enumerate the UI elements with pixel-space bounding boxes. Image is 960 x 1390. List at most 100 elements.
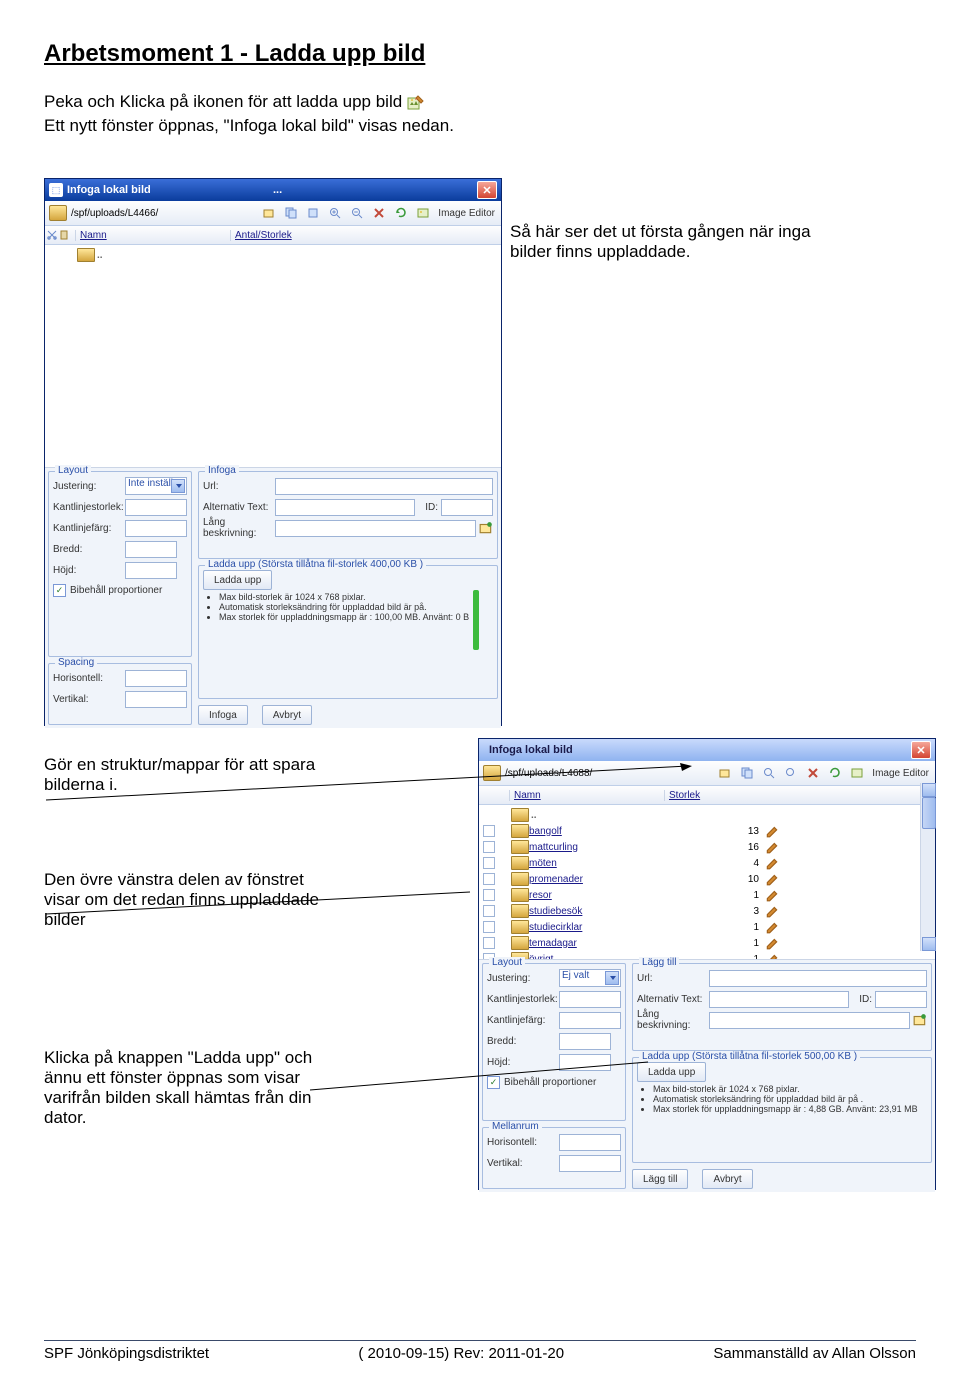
icon-imgedit[interactable]: [848, 764, 866, 782]
upload-bullets: Max bild-storlek är 1024 x 768 pixlar. A…: [637, 1084, 927, 1114]
kantstorlek-input[interactable]: [559, 991, 621, 1008]
aside-first-time: Så här ser det ut första gången när inga…: [510, 222, 850, 262]
icon-paste[interactable]: [59, 230, 69, 240]
panel-layout: Layout Justering:Ej valt Kantlinjestorle…: [482, 963, 626, 1121]
long-input[interactable]: [709, 1012, 910, 1029]
list-item[interactable]: möten4: [481, 855, 933, 871]
icon-paste[interactable]: [493, 790, 503, 800]
col-size[interactable]: Storlek: [664, 790, 759, 801]
kantstorlek-input[interactable]: [125, 499, 187, 516]
avbryt-button[interactable]: Avbryt: [702, 1169, 752, 1189]
id-input[interactable]: [875, 991, 927, 1008]
vert-input[interactable]: [125, 691, 187, 708]
alt-input[interactable]: [275, 499, 415, 516]
icon-refresh[interactable]: [826, 764, 844, 782]
list-item[interactable]: bangolf13: [481, 823, 933, 839]
icon-delete[interactable]: [370, 204, 388, 222]
id-input[interactable]: [441, 499, 493, 516]
icon-copy[interactable]: [738, 764, 756, 782]
bredd-input[interactable]: [125, 541, 177, 558]
hojd-input[interactable]: [125, 562, 177, 579]
icon-imgedit[interactable]: [414, 204, 432, 222]
intro-line2: Ett nytt fönster öppnas, "Infoga lokal b…: [44, 116, 454, 135]
long-input[interactable]: [275, 520, 476, 537]
titlebar[interactable]: Infoga lokal bild ✕: [479, 739, 935, 761]
col-name[interactable]: Namn: [509, 790, 664, 801]
list-item-up[interactable]: ..: [47, 247, 499, 263]
edit-icon[interactable]: [765, 952, 779, 960]
browse-icon[interactable]: [913, 1013, 927, 1027]
kantfarg-input[interactable]: [125, 520, 187, 537]
edit-icon[interactable]: [765, 824, 779, 838]
file-list: ..: [45, 245, 501, 468]
kantfarg-input[interactable]: [559, 1012, 621, 1029]
folder-icon: [511, 888, 529, 902]
scrollbar[interactable]: [920, 783, 935, 951]
titlebar[interactable]: ⬚ Infoga lokal bild ... ✕: [45, 179, 501, 201]
horis-input[interactable]: [125, 670, 187, 687]
list-item[interactable]: övrigt1: [481, 951, 933, 960]
panel-spacing: Mellanrum Horisontell: Vertikal:: [482, 1127, 626, 1189]
avbryt-button[interactable]: Avbryt: [262, 705, 312, 725]
browse-icon[interactable]: [479, 521, 493, 535]
icon-copy[interactable]: [282, 204, 300, 222]
justering-select[interactable]: Ej valt: [559, 969, 621, 987]
edit-icon[interactable]: [765, 904, 779, 918]
icon-zoom-in[interactable]: [326, 204, 344, 222]
icon-zoom-out[interactable]: [782, 764, 800, 782]
folder-icon: [49, 205, 67, 221]
panel-spacing: Spacing Horisontell: Vertikal:: [48, 663, 192, 725]
list-item[interactable]: temadagar1: [481, 935, 933, 951]
folder-icon: [511, 872, 529, 886]
bibehall-checkbox[interactable]: ✓Bibehåll proportioner: [53, 581, 187, 599]
bibehall-checkbox[interactable]: ✓Bibehåll proportioner: [487, 1073, 621, 1091]
list-item[interactable]: resor1: [481, 887, 933, 903]
infoga-button[interactable]: Infoga: [198, 705, 248, 725]
icon-zoom-in[interactable]: [760, 764, 778, 782]
url-input[interactable]: [275, 478, 493, 495]
window-title: Infoga lokal bild: [483, 744, 911, 756]
note-upper-left: Den övre vänstra delen av fönstret visar…: [44, 870, 344, 930]
window-icon: ⬚: [49, 183, 63, 197]
edit-icon[interactable]: [765, 840, 779, 854]
icon-refresh[interactable]: [392, 204, 410, 222]
icon-newfolder[interactable]: [260, 204, 278, 222]
justering-select[interactable]: Inte inställt: [125, 477, 187, 495]
note-structure: Gör en struktur/mappar för att spara bil…: [44, 755, 324, 795]
bredd-input[interactable]: [559, 1033, 611, 1050]
col-name[interactable]: Namn: [75, 230, 230, 241]
close-button[interactable]: ✕: [911, 741, 931, 759]
vert-input[interactable]: [559, 1155, 621, 1172]
list-item[interactable]: promenader10: [481, 871, 933, 887]
alt-input[interactable]: [709, 991, 849, 1008]
horis-input[interactable]: [559, 1134, 621, 1151]
icon-cut[interactable]: [47, 230, 57, 240]
icon-delete[interactable]: [804, 764, 822, 782]
col-size[interactable]: Antal/Storlek: [230, 230, 501, 241]
edit-icon[interactable]: [765, 888, 779, 902]
image-editor-label[interactable]: Image Editor: [870, 768, 931, 779]
list-item[interactable]: mattcurling16: [481, 839, 933, 855]
image-editor-label[interactable]: Image Editor: [436, 208, 497, 219]
note-highlight: [473, 590, 479, 650]
edit-icon[interactable]: [765, 856, 779, 870]
ladda-upp-button[interactable]: Ladda upp: [637, 1062, 706, 1082]
url-input[interactable]: [709, 970, 927, 987]
path-text: /spf/uploads/L4688/: [505, 768, 592, 779]
folder-icon: [77, 248, 95, 262]
hojd-input[interactable]: [559, 1054, 611, 1071]
close-button[interactable]: ✕: [477, 181, 497, 199]
panel-upload: Ladda upp (Största tillåtna fil-storlek …: [632, 1057, 932, 1163]
edit-icon[interactable]: [765, 920, 779, 934]
edit-icon[interactable]: [765, 936, 779, 950]
infoga-button[interactable]: Lägg till: [632, 1169, 688, 1189]
ladda-upp-button[interactable]: Ladda upp: [203, 570, 272, 590]
icon-cut[interactable]: [481, 790, 491, 800]
list-item[interactable]: studiebesök3: [481, 903, 933, 919]
list-item[interactable]: studiecirklar1: [481, 919, 933, 935]
edit-icon[interactable]: [765, 872, 779, 886]
icon-newfolder[interactable]: [716, 764, 734, 782]
list-item-up[interactable]: ..: [481, 807, 933, 823]
icon-zoom-out[interactable]: [348, 204, 366, 222]
icon-copy2[interactable]: [304, 204, 322, 222]
